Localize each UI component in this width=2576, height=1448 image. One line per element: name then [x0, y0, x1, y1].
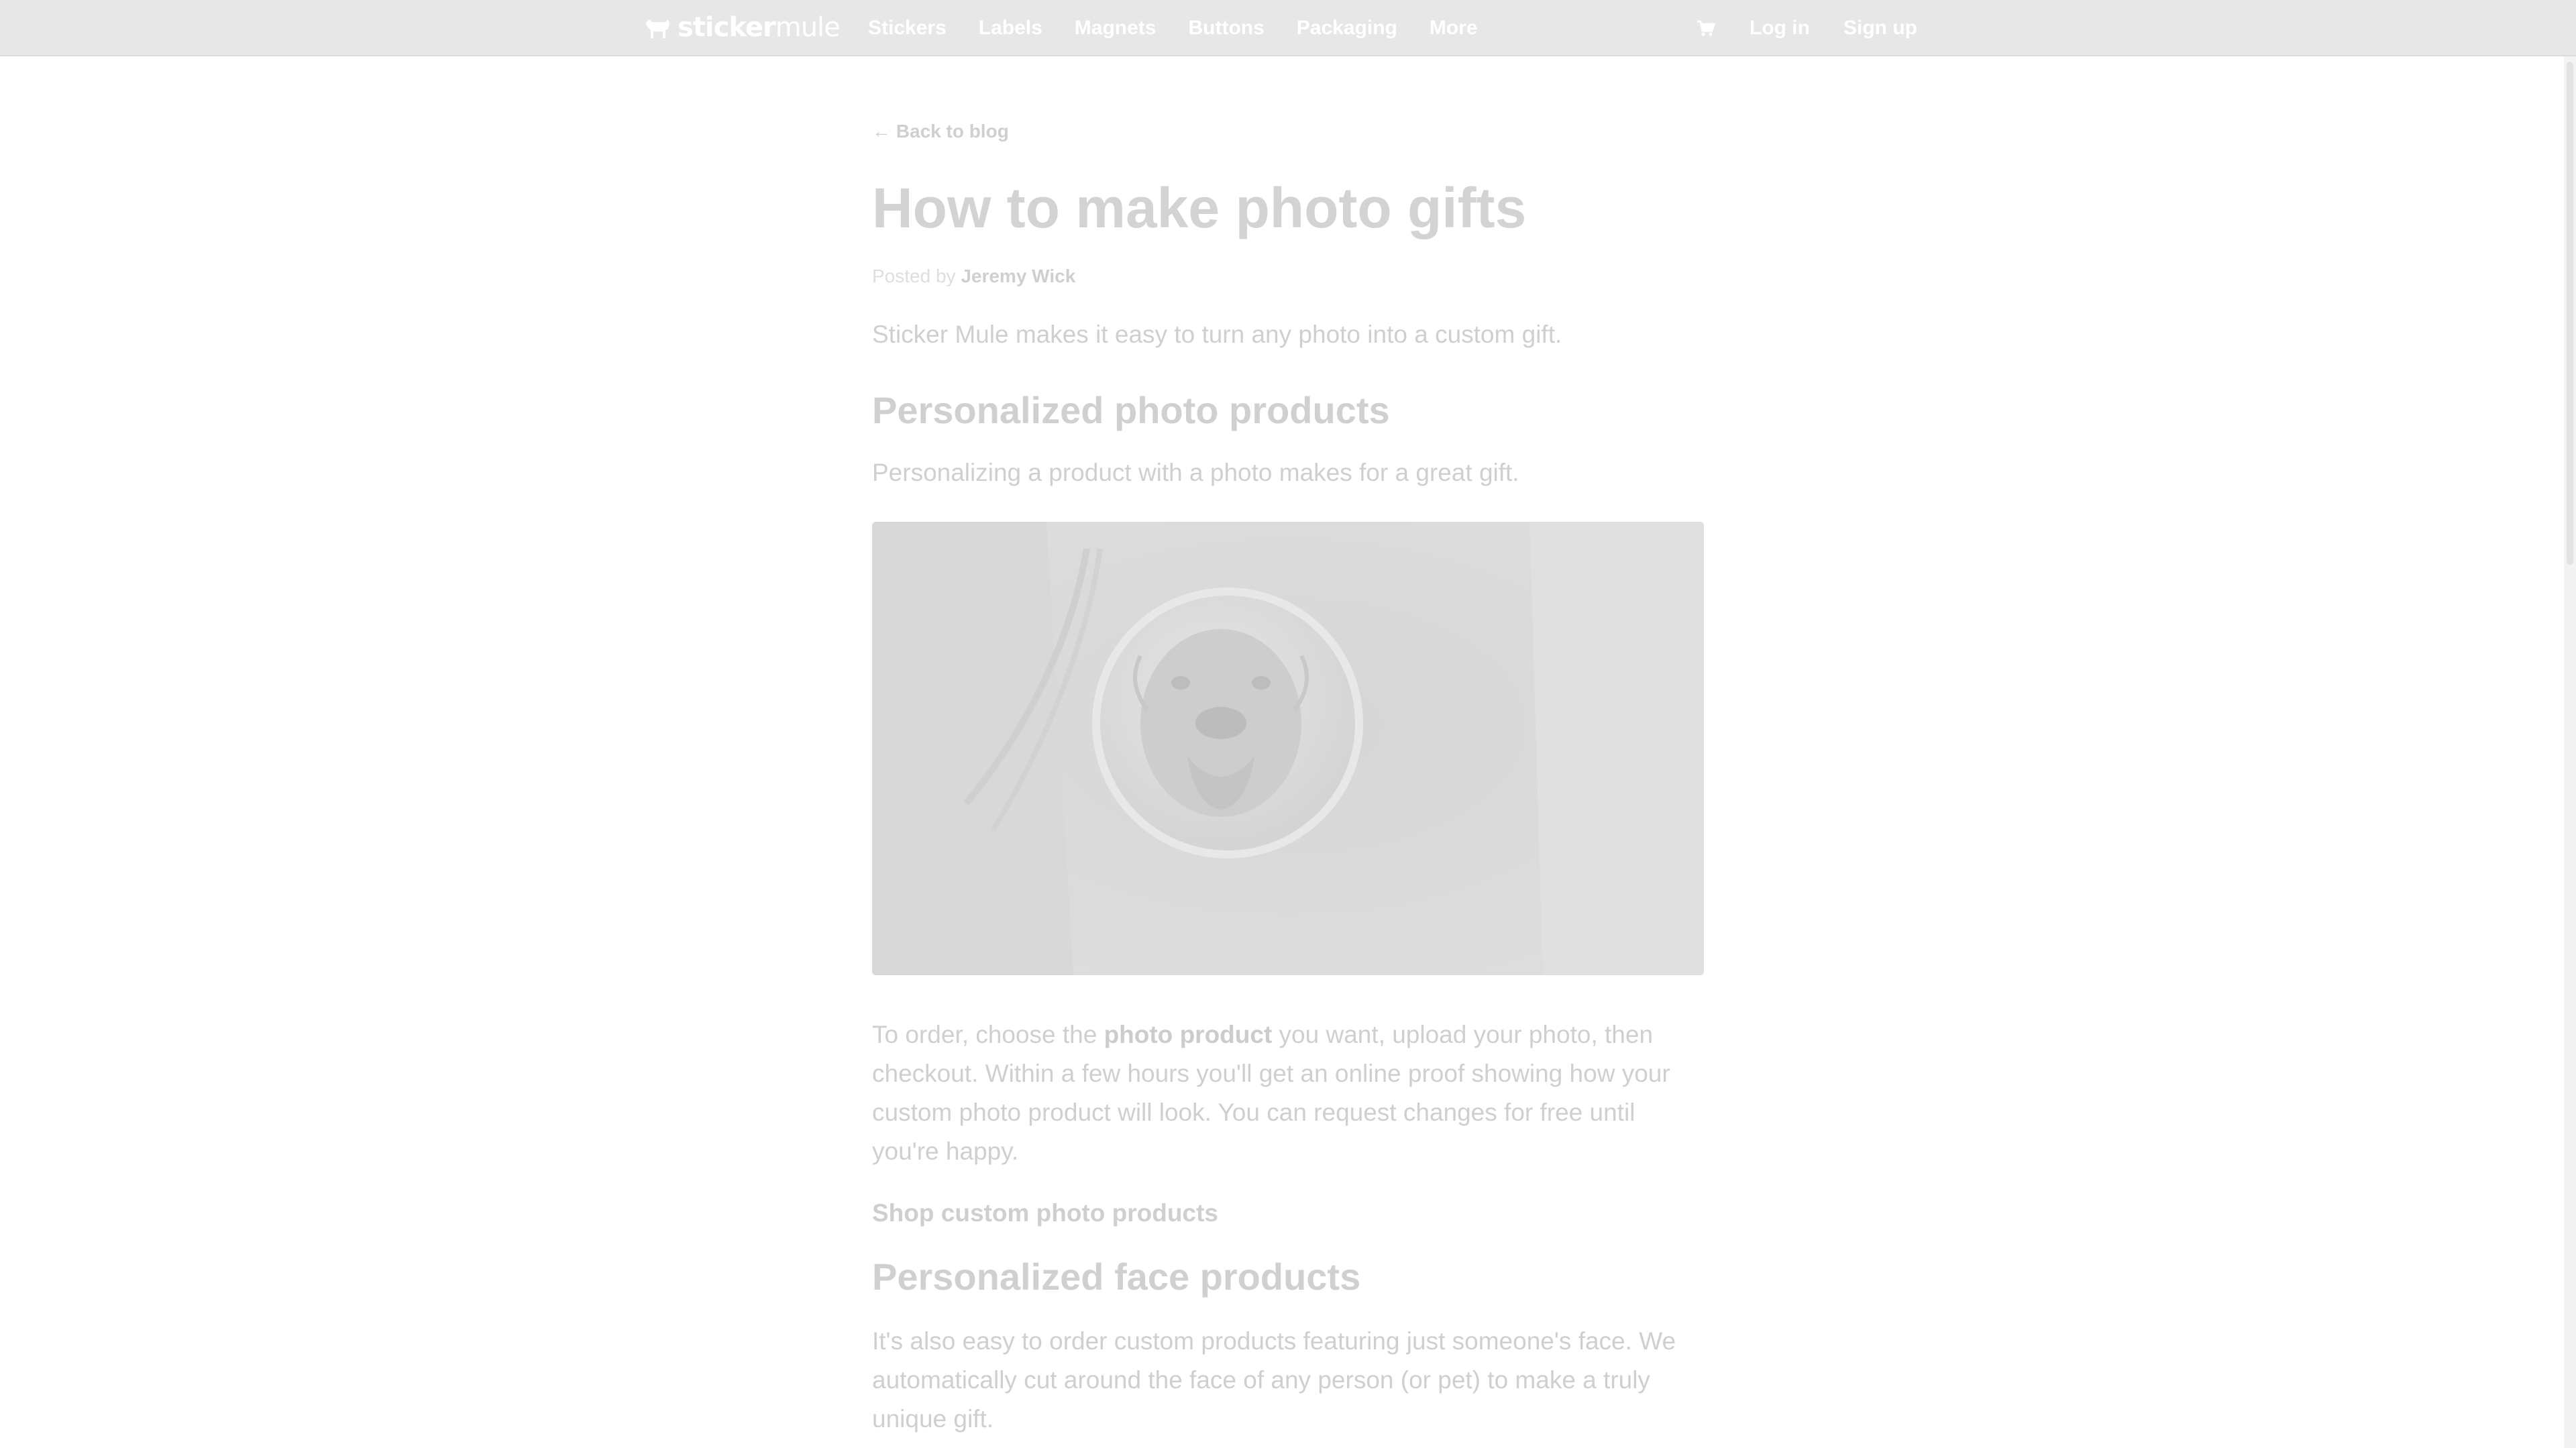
section-heading-face-products: Personalized face products — [872, 1255, 1361, 1298]
shop-custom-photo-products-link[interactable]: Shop custom photo products — [872, 1199, 1218, 1227]
main-nav: Stickers Labels Magnets Buttons Packagin… — [868, 0, 1478, 56]
dog-button-photo — [872, 521, 1704, 975]
back-to-blog-link[interactable]: ← Back to blog — [872, 121, 1009, 142]
top-navigation: stickermule Stickers Labels Magnets Butt… — [0, 0, 2576, 56]
nav-magnets[interactable]: Magnets — [1075, 17, 1157, 40]
photo-gift-image — [872, 521, 1704, 975]
mule-logo-icon — [645, 19, 669, 38]
sticker-mule-logo[interactable]: stickermule — [643, 11, 841, 44]
account-nav: Log in Sign up — [1696, 0, 1917, 56]
blog-article: ← Back to blog How to make photo gifts P… — [872, 121, 1704, 1439]
section-heading-photo-products: Personalized photo products — [872, 389, 1390, 432]
nav-more[interactable]: More — [1430, 17, 1478, 40]
byline: Posted by Jeremy Wick — [872, 266, 1704, 287]
scrollbar-thumb[interactable] — [2567, 62, 2573, 565]
byline-prefix: Posted by — [872, 266, 956, 287]
signup-link[interactable]: Sign up — [1843, 17, 1917, 40]
nav-stickers[interactable]: Stickers — [868, 17, 947, 40]
brand-name: stickermule — [678, 12, 841, 43]
author-link[interactable]: Jeremy Wick — [961, 266, 1075, 286]
cart-icon[interactable] — [1696, 18, 1716, 38]
photo-product-link[interactable]: photo product — [1104, 1021, 1273, 1048]
section-photo-products-text: Personalizing a product with a photo mak… — [872, 458, 1519, 486]
intro-paragraph: Sticker Mule makes it easy to turn any p… — [872, 321, 1562, 349]
nav-packaging[interactable]: Packaging — [1297, 17, 1397, 40]
login-link[interactable]: Log in — [1750, 17, 1810, 40]
nav-labels[interactable]: Labels — [979, 17, 1042, 40]
page-title: How to make photo gifts — [872, 176, 1527, 239]
order-paragraph: To order, choose the photo product you w… — [872, 1020, 1670, 1165]
nav-buttons[interactable]: Buttons — [1188, 17, 1264, 40]
section-face-products-text: It's also easy to order custom products … — [872, 1327, 1676, 1433]
